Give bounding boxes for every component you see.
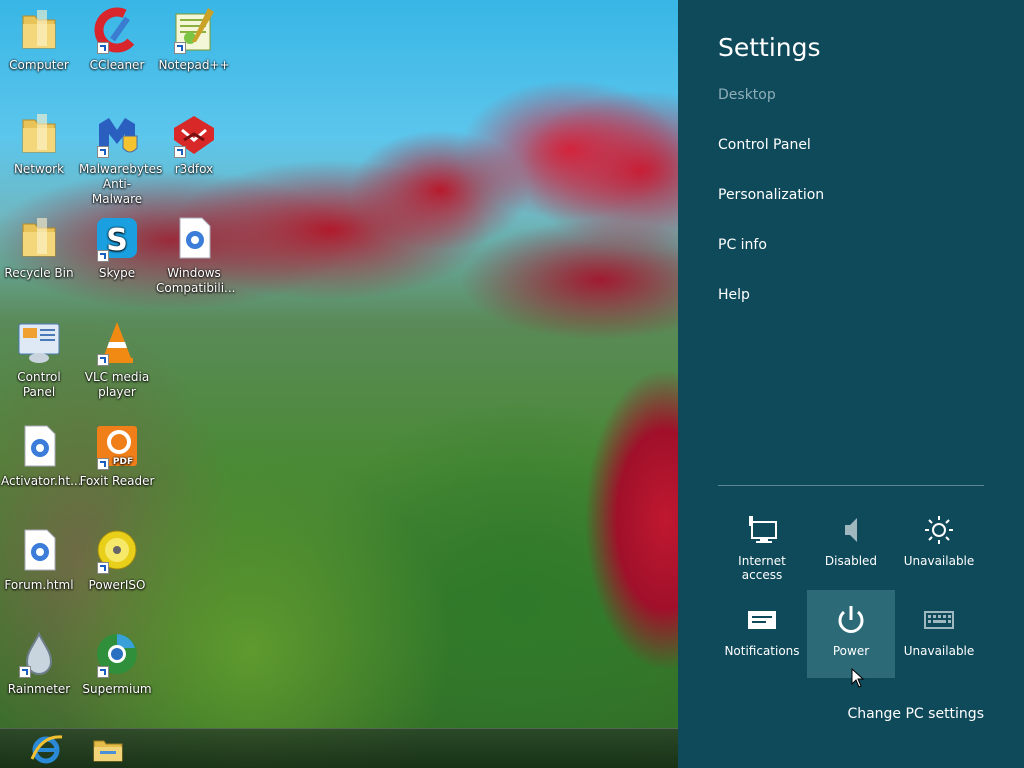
desktop-icon-label: Windows Compatibili... [156,266,236,295]
desktop-icon-label: VLC media player [84,370,150,399]
charm-link-control-panel[interactable]: Control Panel [718,137,811,153]
desktop-icon-label: PowerISO [88,578,146,592]
desktop-icon-control-panel[interactable]: Control Panel [1,318,77,400]
html-file-icon [170,214,218,262]
desktop-icon-label: Rainmeter [7,682,71,696]
desktop-icon-windows-compatibility[interactable]: Windows Compatibili... [156,214,236,296]
desktop-icon-vlc[interactable]: VLC media player [79,318,155,400]
shortcut-arrow-icon [97,458,109,470]
desktop-icon-label: Malwarebytes Anti-Malware [79,162,163,206]
tile-brightness[interactable]: Unavailable [895,500,983,588]
shortcut-arrow-icon [97,146,109,158]
internet-explorer-icon [26,731,66,767]
svg-text:PDF: PDF [113,457,133,467]
notifications-icon [742,604,782,636]
desktop-icon-label: Skype [98,266,136,280]
desktop-icon-forum[interactable]: Forum.html [1,526,77,593]
file-explorer-icon [88,731,128,767]
charm-context-label: Desktop [718,87,776,103]
desktop-icon-label: Computer [9,58,69,72]
network-icon [742,514,782,546]
tile-power[interactable]: Power [807,590,895,678]
foxit-icon: PDF [93,422,141,470]
tile-label: Unavailable [903,554,975,568]
desktop-icon-label: CCleaner [89,58,145,72]
tile-label: Power [832,644,870,658]
charm-link-pc-info[interactable]: PC info [718,237,767,253]
poweriso-icon [93,526,141,574]
r3dfox-icon [170,110,218,158]
html-file-icon [15,422,63,470]
charm-link-help[interactable]: Help [718,287,750,303]
charm-link-personalization[interactable]: Personalization [718,187,824,203]
shortcut-arrow-icon [97,562,109,574]
desktop-icon-skype[interactable]: S Skype [79,214,155,281]
desktop-icon-activator[interactable]: Activator.ht... [1,422,82,489]
shortcut-arrow-icon [97,354,109,366]
mouse-cursor-icon [851,667,865,688]
vlc-icon [93,318,141,366]
taskbar-file-explorer[interactable] [88,731,128,767]
desktop-icon-rainmeter[interactable]: Rainmeter [1,630,77,697]
shortcut-arrow-icon [174,42,186,54]
desktop: Computer Network Recycle Bin Control Pan… [0,0,678,768]
tile-keyboard[interactable]: Unavailable [895,590,983,678]
ccleaner-icon [93,6,141,54]
brightness-icon [919,514,959,546]
folder-icon [15,214,63,262]
shortcut-arrow-icon [97,42,109,54]
notepadpp-icon [170,6,218,54]
desktop-icon-label: Network [13,162,65,176]
desktop-icon-supermium[interactable]: Supermium [79,630,155,697]
taskbar-internet-explorer[interactable] [26,731,66,767]
charm-title: Settings [718,33,821,62]
power-icon [831,604,871,636]
folder-icon [15,6,63,54]
desktop-icon-notepadpp[interactable]: Notepad++ [156,6,232,73]
tile-volume[interactable]: Disabled [807,500,895,588]
change-pc-settings-link[interactable]: Change PC settings [847,706,984,722]
desktop-icon-label: Recycle Bin [4,266,74,280]
tile-label: Disabled [824,554,878,568]
supermium-icon [93,630,141,678]
desktop-icon-computer[interactable]: Computer [1,6,77,73]
desktop-icon-network[interactable]: Network [1,110,77,177]
desktop-icon-label: Forum.html [4,578,74,592]
desktop-icon-recycle-bin[interactable]: Recycle Bin [1,214,77,281]
desktop-icon-label: Supermium [82,682,152,696]
rainmeter-icon [15,630,63,678]
tile-label: Internet access [738,554,786,582]
folder-icon [15,110,63,158]
charm-divider [718,485,984,486]
taskbar [0,728,678,768]
tile-label: Unavailable [903,644,975,658]
shortcut-arrow-icon [19,666,31,678]
shortcut-arrow-icon [174,146,186,158]
skype-icon: S [93,214,141,262]
html-file-icon [15,526,63,574]
malwarebytes-icon [93,110,141,158]
tile-notifications[interactable]: Notifications [718,590,806,678]
settings-charm-pane: Settings Desktop Control Panel Personali… [678,0,1024,768]
desktop-icon-label: r3dfox [174,162,214,176]
svg-text:S: S [106,223,128,258]
desktop-icon-label: Activator.ht... [1,474,82,488]
control-panel-icon [15,318,63,366]
shortcut-arrow-icon [97,666,109,678]
desktop-icon-label: Foxit Reader [79,474,155,488]
shortcut-arrow-icon [97,250,109,262]
desktop-icon-r3dfox[interactable]: r3dfox [156,110,232,177]
desktop-icon-poweriso[interactable]: PowerISO [79,526,155,593]
desktop-icon-label: Notepad++ [158,58,230,72]
desktop-icon-malwarebytes[interactable]: Malwarebytes Anti-Malware [79,110,162,207]
desktop-icon-label: Control Panel [17,370,61,399]
desktop-icon-ccleaner[interactable]: CCleaner [79,6,155,73]
tile-internet-access[interactable]: Internet access [718,500,806,588]
desktop-icon-foxit[interactable]: PDF Foxit Reader [79,422,155,489]
tile-label: Notifications [724,644,800,658]
keyboard-icon [919,604,959,636]
volume-icon [831,514,871,546]
